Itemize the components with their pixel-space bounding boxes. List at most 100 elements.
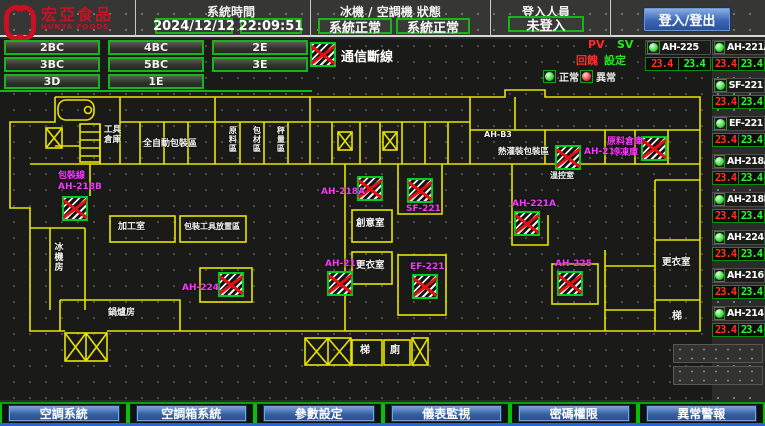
map-marker-ef-221[interactable] [412,274,438,299]
abnormal-legend: 異常 [580,69,616,84]
floor-button-5bc[interactable]: 5BC [108,57,204,72]
unit-name-label: AH-224 [727,232,764,243]
pv-column-label: PV [588,38,605,51]
unit-name-label: AH-214 [727,308,764,319]
empty-unit-slot [673,344,763,363]
room-label: 梯 [672,312,682,323]
nav-button-空調系統[interactable]: 空調系統 [8,405,120,422]
floor-button-3e[interactable]: 3E [212,57,308,72]
unit-row-ah-216[interactable]: AH-216 [712,268,765,283]
bottom-navigation: 空調系統空調箱系統參數設定儀表監視密碼權限異常警報 [0,402,765,426]
map-marker-label: 原料倉庫 [607,138,643,147]
ah-218b-status-lamp-icon [714,193,725,206]
sv-value: 23.4 [739,172,764,184]
floor-button-3bc[interactable]: 3BC [4,57,100,72]
map-marker-sf-221[interactable] [407,178,433,203]
brand-name: 宏亞食品 [41,6,113,23]
unit-name-label: AH-225 [662,42,699,53]
sv-value: 23.4 [679,58,711,70]
hunya-logo-icon [4,2,36,34]
map-marker-冷凍庫[interactable] [641,136,667,161]
unit-row-ah-214[interactable]: AH-214 [712,306,765,321]
pv-value: 23.4 [713,96,738,108]
pv-value: 23.4 [646,58,678,70]
map-marker-label: AH-224 [182,284,219,293]
login-status-value: 未登入 [508,16,584,32]
ah-214-status-lamp-icon [714,307,725,320]
floor-button-1e[interactable]: 1E [108,74,204,89]
room-label: 鍋爐房 [108,309,135,318]
login-logout-button[interactable]: 登入/登出 [643,7,731,32]
comm-loss-legend-label: 通信斷線 [341,46,393,65]
nav-button-參數設定[interactable]: 參數設定 [263,405,375,422]
header-separator [135,0,136,37]
ah-225-status-lamp-icon [647,41,660,54]
room-label: 包裝工具放置區 [184,223,240,231]
room-label: AH-B3 [484,131,512,139]
sv-value: 23.4 [739,248,764,260]
nav-button-異常警報[interactable]: 異常警報 [646,405,758,422]
unit-values-ah-218a: 23.423.4 [712,171,765,185]
unit-row-ah-221a[interactable]: AH-221A [712,40,765,55]
map-marker-ah-214[interactable] [555,145,581,170]
unit-name-label: AH-216 [727,270,764,281]
system-clock-value: 22:09:51 [240,18,302,34]
pv-value: 23.4 [713,210,738,222]
map-marker-ah-221a[interactable] [514,211,540,236]
comm-loss-legend-icon [310,42,336,67]
map-marker-label: EF-221 [410,263,445,272]
floor-button-4bc[interactable]: 4BC [108,40,204,55]
empty-unit-slot [673,366,763,385]
normal-legend: 正常 [543,69,579,84]
pv-value: 23.4 [713,324,738,336]
unit-name-label: EF-221 [729,118,763,129]
setpoint-column-label: 設定 [604,52,626,68]
sv-value: 23.4 [739,324,764,336]
floor-button-2e[interactable]: 2E [212,40,308,55]
pv-value: 23.4 [713,248,738,260]
header-separator [310,0,311,37]
map-marker-ah-224[interactable] [218,272,244,297]
unit-row-ah-218b[interactable]: AH-218B [712,192,765,207]
ah-218a-status-lamp-icon [714,155,725,168]
map-marker-ah-216[interactable] [327,271,353,296]
nav-button-儀表監視[interactable]: 儀表監視 [391,405,503,422]
floor-button-3d[interactable]: 3D [4,74,100,89]
map-marker-label: AH-221A [512,200,556,209]
room-label: 梯 [360,346,370,357]
floor-button-2bc[interactable]: 2BC [4,40,100,55]
pv-value: 23.4 [713,58,738,70]
ah-221a-status-lamp-icon [714,41,725,54]
unit-values-ah-216: 23.423.4 [712,285,765,299]
room-label: 加工室 [118,223,145,232]
unit-values-ah-224: 23.423.4 [712,247,765,261]
nav-button-密碼權限[interactable]: 密碼權限 [518,405,630,422]
ah-216-status-lamp-icon [714,269,725,282]
room-label: 秤量區 [276,126,284,153]
unit-row-ah-218a[interactable]: AH-218A [712,154,765,169]
unit-row-ah-224[interactable]: AH-224 [712,230,765,245]
sv-value: 23.4 [739,210,764,222]
unit-row-ef-221[interactable]: EF-221 [712,116,765,131]
map-marker-label: AH-218A [321,188,365,197]
unit-values-ah-221a: 23.423.4 [712,57,765,71]
room-label: 廁 [390,346,400,357]
unit-name-label: AH-218A [727,156,765,167]
unit-row-sf-221[interactable]: SF-221 [712,78,765,93]
unit-values-ah-225: 23.423.4 [645,57,711,71]
feedback-column-label: 回餽 [576,52,598,68]
sv-value: 23.4 [739,286,764,298]
unit-row-ah-225[interactable]: AH-225 [645,40,711,55]
map-marker-label: SF-221 [406,205,441,214]
nav-button-空調箱系統[interactable]: 空調箱系統 [136,405,248,422]
map-marker-ah-225[interactable] [557,271,583,296]
abnormal-lamp-icon [580,70,593,83]
map-marker-label: 冷凍庫 [611,149,638,158]
normal-lamp-icon [543,70,556,83]
chiller-status-value: 系統正常 [318,18,392,34]
unit-values-ef-221: 23.423.4 [712,133,765,147]
nav-section: 空調箱系統 [128,404,256,423]
sv-value: 23.4 [739,58,764,70]
unit-values-sf-221: 23.423.4 [712,95,765,109]
map-marker-ah-218b[interactable] [62,196,88,221]
